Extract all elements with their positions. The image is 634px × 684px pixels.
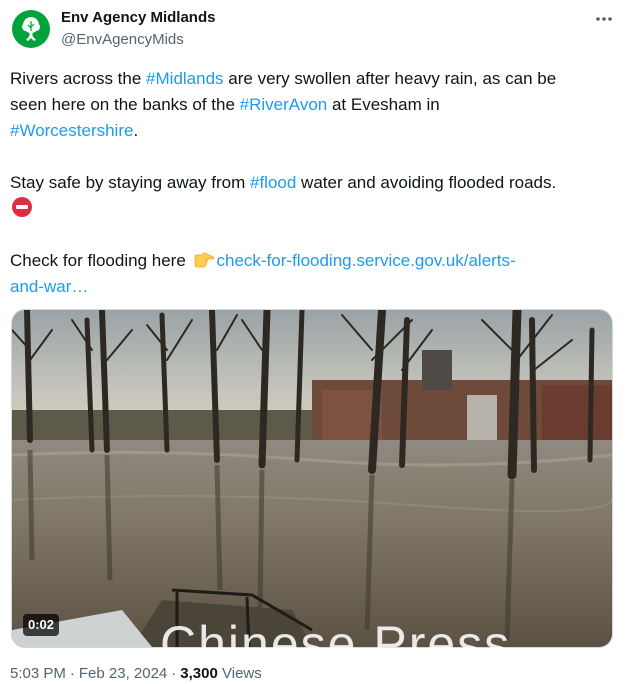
more-options-button[interactable] xyxy=(590,8,618,30)
views-label: Views xyxy=(222,665,262,682)
hashtag-flood[interactable]: #flood xyxy=(250,173,296,192)
views-count: 3,300 xyxy=(180,665,218,682)
tweet-line: Stay safe by staying away from #flood wa… xyxy=(10,170,622,196)
tweet-line: Rivers across the #Midlands are very swo… xyxy=(10,66,622,92)
text-segment: seen here on the banks of the xyxy=(10,95,240,114)
tweet-line: #Worcestershire. xyxy=(10,118,622,144)
separator: · xyxy=(171,665,177,682)
hashtag-riveravon[interactable]: #RiverAvon xyxy=(240,95,328,114)
author-handle[interactable]: @EnvAgencyMids xyxy=(61,31,184,48)
pointing-right-icon xyxy=(194,252,214,268)
text-segment: . xyxy=(133,121,139,140)
author-display-name[interactable]: Env Agency Midlands xyxy=(61,9,215,26)
avatar[interactable] xyxy=(12,10,50,48)
more-options-icon xyxy=(596,17,612,21)
separator: · xyxy=(69,665,75,682)
video-player[interactable] xyxy=(11,309,613,648)
hashtag-midlands[interactable]: #Midlands xyxy=(146,69,224,88)
no-entry-icon xyxy=(12,197,32,217)
tweet-metadata: 5:03 PM · Feb 23, 2024 · 3,300 Views xyxy=(10,665,262,682)
text-segment: Stay safe by staying away from xyxy=(10,173,250,192)
flood-alerts-link[interactable]: check-for-flooding.service.gov.uk/alerts… xyxy=(217,251,516,270)
text-segment: Rivers across the xyxy=(10,69,147,88)
text-segment: water and avoiding flooded roads. xyxy=(296,173,557,192)
tweet-date[interactable]: Feb 23, 2024 xyxy=(79,665,167,682)
text-segment: Check for flooding here xyxy=(10,251,191,270)
tweet-line: seen here on the banks of the #RiverAvon… xyxy=(10,92,622,118)
tweet-card[interactable]: Env Agency Midlands @EnvAgencyMids River… xyxy=(0,0,634,684)
tweet-text: Rivers across the #Midlands are very swo… xyxy=(10,66,622,300)
tweet-line xyxy=(10,196,622,222)
text-segment: are very swollen after heavy rain, as ca… xyxy=(223,69,557,88)
hashtag-worcestershire[interactable]: #Worcestershire xyxy=(10,121,133,140)
flood-alerts-link-continued[interactable]: and-war… xyxy=(10,277,88,296)
flooded-riverbank-video-frame xyxy=(12,310,612,647)
video-duration-badge: 0:02 xyxy=(23,614,60,636)
text-segment: at Evesham in xyxy=(327,95,440,114)
tweet-line: and-war… xyxy=(10,274,622,300)
tree-logo-icon xyxy=(22,17,40,41)
tweet-line: Check for flooding here check-for-floodi… xyxy=(10,248,622,274)
tweet-time[interactable]: 5:03 PM xyxy=(10,665,66,682)
